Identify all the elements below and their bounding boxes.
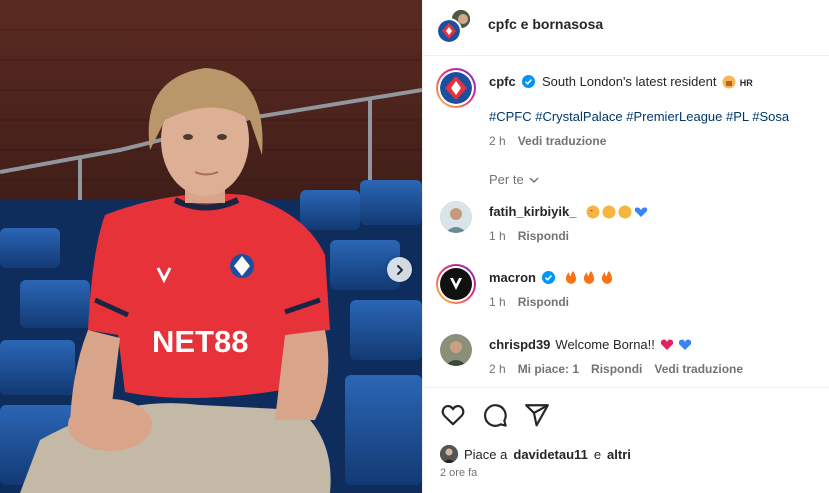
comment-reply-button[interactable]: Rispondi: [518, 229, 569, 243]
share-icon[interactable]: [524, 402, 550, 428]
comment-icon[interactable]: [482, 402, 508, 428]
liker-username[interactable]: davidetau11: [513, 447, 587, 462]
commenter-avatar[interactable]: [440, 201, 472, 233]
hearts-emojis-icon: [660, 339, 692, 350]
post-timestamp[interactable]: 2 ore fa: [440, 467, 477, 479]
comment-item: macron 1 h Rispondi: [423, 264, 829, 314]
jersey-sponsor-text: NET88: [152, 324, 248, 359]
comment-likes-count[interactable]: Mi piace: 1: [518, 362, 579, 376]
comment-meta: 1 h Rispondi: [489, 295, 569, 309]
likes-middle: e: [593, 446, 602, 462]
comment-emojis-icon: [586, 205, 648, 218]
macron-logo-icon: [440, 268, 472, 300]
collab-avatars[interactable]: [436, 8, 474, 44]
likes-summary: Piace a davidetau11 e altri: [440, 445, 631, 463]
caption-text: South London's latest resident: [541, 74, 717, 89]
commenter-avatar[interactable]: [436, 264, 476, 304]
comment-reply-button[interactable]: Rispondi: [518, 295, 569, 309]
comment-username[interactable]: chrispd39: [489, 337, 550, 352]
comment-text: Welcome Borna!!: [555, 337, 655, 352]
caption-username[interactable]: cpfc: [489, 74, 516, 89]
comment-time[interactable]: 2 h: [489, 362, 506, 376]
comment-item: fatih_kirbiyik_ 1 h Rispondi: [423, 200, 829, 250]
comment-meta: 1 h Rispondi: [489, 229, 569, 243]
next-photo-button[interactable]: [387, 257, 412, 282]
verified-icon: [522, 75, 536, 88]
chevron-right-icon: [396, 264, 403, 275]
caption-block: cpfc South London's latest resident HR #…: [423, 68, 829, 158]
post-viewer: NET88 cpfc e bornasosa cpfc South London…: [0, 0, 829, 493]
heart-icon[interactable]: [440, 402, 466, 428]
comment-meta: 2 h Mi piace: 1 Rispondi Vedi traduzione: [489, 362, 743, 376]
player-photo-scene: NET88: [0, 0, 422, 493]
post-header: cpfc e bornasosa: [423, 0, 829, 56]
post-photo[interactable]: NET88: [0, 0, 422, 493]
cpfc-avatar[interactable]: [436, 68, 476, 108]
likes-others-link[interactable]: altri: [607, 447, 631, 462]
comments-filter[interactable]: Per te: [489, 172, 540, 187]
comments-filter-label: Per te: [489, 172, 524, 187]
commenter-avatar[interactable]: [440, 334, 472, 366]
caption-translate-link[interactable]: Vedi traduzione: [518, 134, 607, 148]
caption-emoji-label: HR: [739, 78, 753, 88]
cpfc-avatar-small[interactable]: [436, 18, 462, 44]
post-author-names[interactable]: cpfc e bornasosa: [488, 16, 603, 32]
comment-item: chrispd39 Welcome Borna!! 2 h Mi piace: …: [423, 333, 829, 383]
house-emoji-icon: [722, 75, 736, 89]
post-details-panel: cpfc e bornasosa cpfc South London's lat…: [422, 0, 829, 493]
comment-time[interactable]: 1 h: [489, 229, 506, 243]
caption-meta: 2 h Vedi traduzione: [489, 134, 606, 148]
action-bar: [440, 402, 550, 428]
liker-avatar[interactable]: [440, 445, 458, 463]
comment-reply-button[interactable]: Rispondi: [591, 362, 642, 376]
caption-hashtags[interactable]: #CPFC #CrystalPalace #PremierLeague #PL …: [489, 109, 789, 124]
caption-time[interactable]: 2 h: [489, 134, 506, 148]
comment-time[interactable]: 1 h: [489, 295, 506, 309]
fire-emojis-icon: [565, 270, 612, 284]
comment-username[interactable]: macron: [489, 270, 536, 285]
comment-translate-link[interactable]: Vedi traduzione: [654, 362, 743, 376]
comment-username[interactable]: fatih_kirbiyik_: [489, 204, 576, 219]
post-footer: Piace a davidetau11 e altri 2 ore fa: [423, 387, 829, 493]
likes-prefix: Piace a: [464, 446, 508, 462]
chevron-down-icon: [529, 176, 539, 183]
verified-icon: [541, 271, 555, 284]
